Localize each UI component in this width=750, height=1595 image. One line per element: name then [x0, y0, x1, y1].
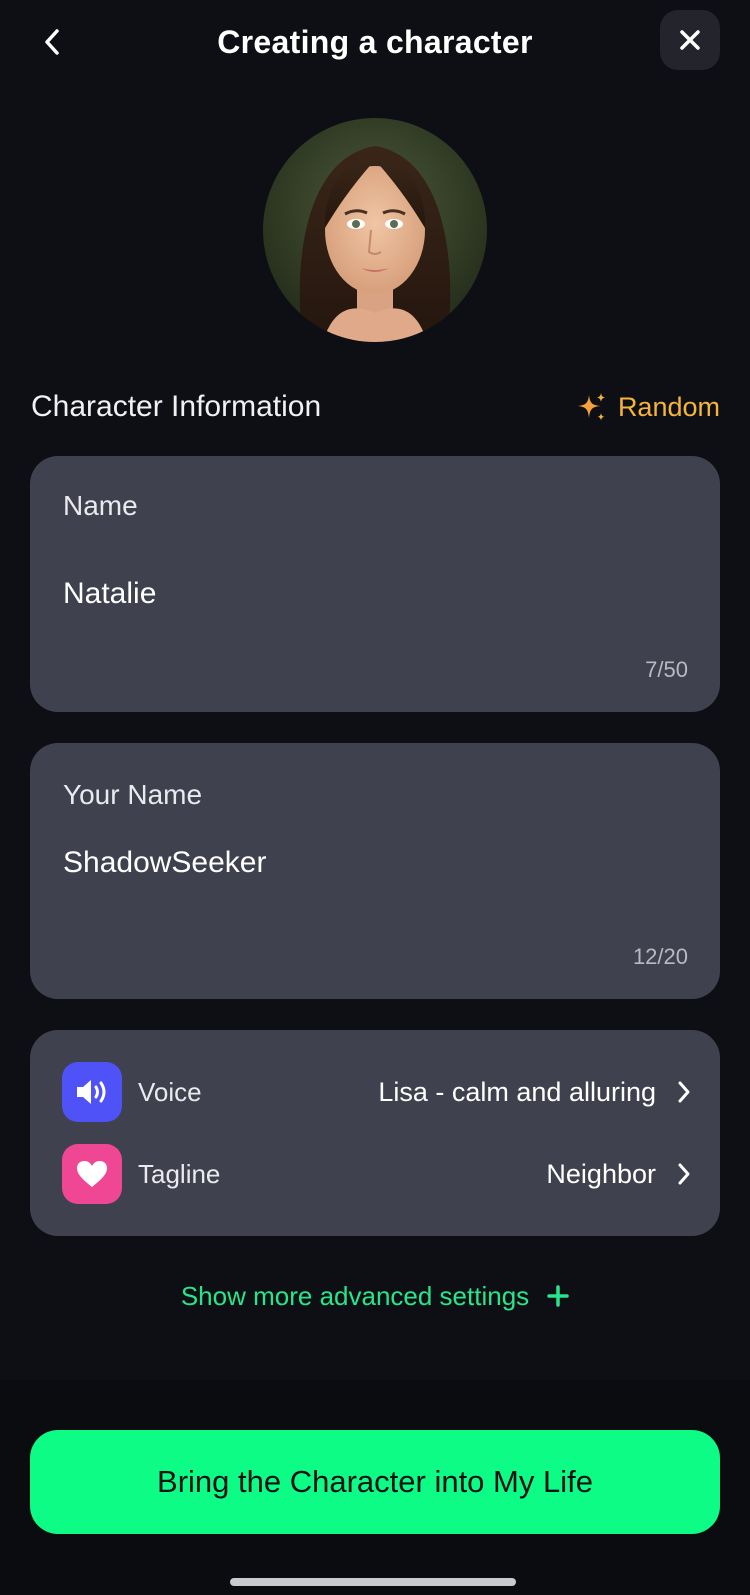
close-button[interactable]	[660, 10, 720, 70]
bring-character-button[interactable]: Bring the Character into My Life	[30, 1430, 720, 1534]
tagline-icon-tile	[62, 1144, 122, 1204]
name-label: Name	[63, 490, 138, 521]
name-char-counter: 7/50	[645, 657, 688, 682]
chevron-right-icon	[674, 1077, 694, 1107]
plus-icon	[547, 1285, 569, 1307]
voice-icon-tile	[62, 1062, 122, 1122]
heart-icon	[77, 1161, 107, 1187]
your-name-char-counter: 12/20	[632, 944, 688, 969]
advanced-settings-toggle[interactable]: Show more advanced settings	[0, 1278, 750, 1314]
character-avatar[interactable]	[263, 118, 487, 342]
name-field-card[interactable]: Name Natalie 7/50	[30, 456, 720, 712]
avatar-image	[263, 118, 487, 342]
settings-card: Voice Lisa - calm and alluring Tagline N…	[30, 1030, 720, 1236]
sparkle-icon	[577, 393, 605, 421]
screen: Creating a character Character Informati…	[0, 0, 750, 1595]
section-title: Character Information	[31, 390, 322, 423]
random-label: Random	[617, 392, 720, 422]
header: Creating a character	[0, 0, 750, 84]
voice-value: Lisa - calm and alluring	[378, 1076, 656, 1107]
your-name-label: Your Name	[63, 779, 203, 810]
voice-label: Voice	[138, 1076, 202, 1107]
random-button[interactable]: Random	[576, 387, 720, 427]
chevron-right-icon	[674, 1159, 694, 1189]
page-title: Creating a character	[217, 24, 533, 60]
your-name-field-card[interactable]: Your Name ShadowSeeker 12/20	[30, 743, 720, 999]
close-icon	[680, 30, 700, 50]
bring-character-label: Bring the Character into My Life	[157, 1464, 593, 1499]
tagline-row[interactable]: Tagline Neighbor	[62, 1144, 694, 1204]
tagline-value: Neighbor	[546, 1158, 656, 1189]
tagline-label: Tagline	[138, 1158, 221, 1189]
speaker-icon	[77, 1080, 106, 1104]
name-input[interactable]: Natalie	[63, 574, 156, 614]
home-indicator	[230, 1578, 516, 1586]
voice-row[interactable]: Voice Lisa - calm and alluring	[62, 1062, 694, 1122]
your-name-input[interactable]: ShadowSeeker	[63, 843, 266, 883]
advanced-settings-label: Show more advanced settings	[180, 1281, 530, 1311]
